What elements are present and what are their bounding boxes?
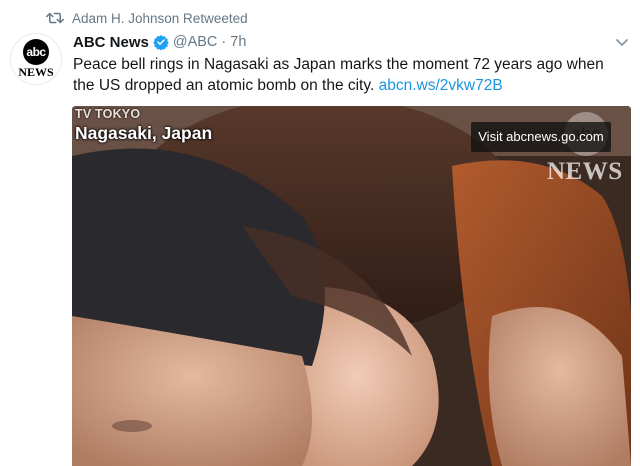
tweet-text: Peace bell rings in Nagasaki as Japan ma… (73, 56, 604, 94)
retweet-text[interactable]: Adam H. Johnson Retweeted (72, 11, 248, 26)
video-player[interactable]: TV TOKYO Nagasaki, Japan abc Visit abcne… (72, 106, 631, 466)
news-watermark: NEWS (547, 158, 623, 185)
retweet-icon (46, 12, 64, 24)
chevron-down-icon[interactable] (612, 32, 632, 52)
abc-logo: abc (23, 39, 49, 65)
tweet-timestamp[interactable]: 7h (230, 34, 246, 50)
tweet-link[interactable]: abcn.ws/2vkw72B (379, 77, 503, 94)
author-name[interactable]: ABC News (73, 34, 149, 51)
visit-site-button[interactable]: Visit abcnews.go.com (471, 122, 611, 152)
tweet-body: Peace bell rings in Nagasaki as Japan ma… (73, 54, 618, 96)
tweet-header: ABC News @ABC · 7h (73, 32, 246, 52)
location-caption: Nagasaki, Japan (75, 123, 213, 143)
author-handle[interactable]: @ABC (173, 34, 218, 50)
verified-badge-icon (153, 35, 169, 50)
header-separator: · (221, 34, 227, 50)
news-logo-text: NEWS (18, 65, 54, 79)
avatar[interactable]: abc NEWS (10, 33, 62, 85)
broadcaster-label: TV TOKYO (75, 107, 141, 121)
retweet-context: Adam H. Johnson Retweeted (46, 9, 248, 27)
